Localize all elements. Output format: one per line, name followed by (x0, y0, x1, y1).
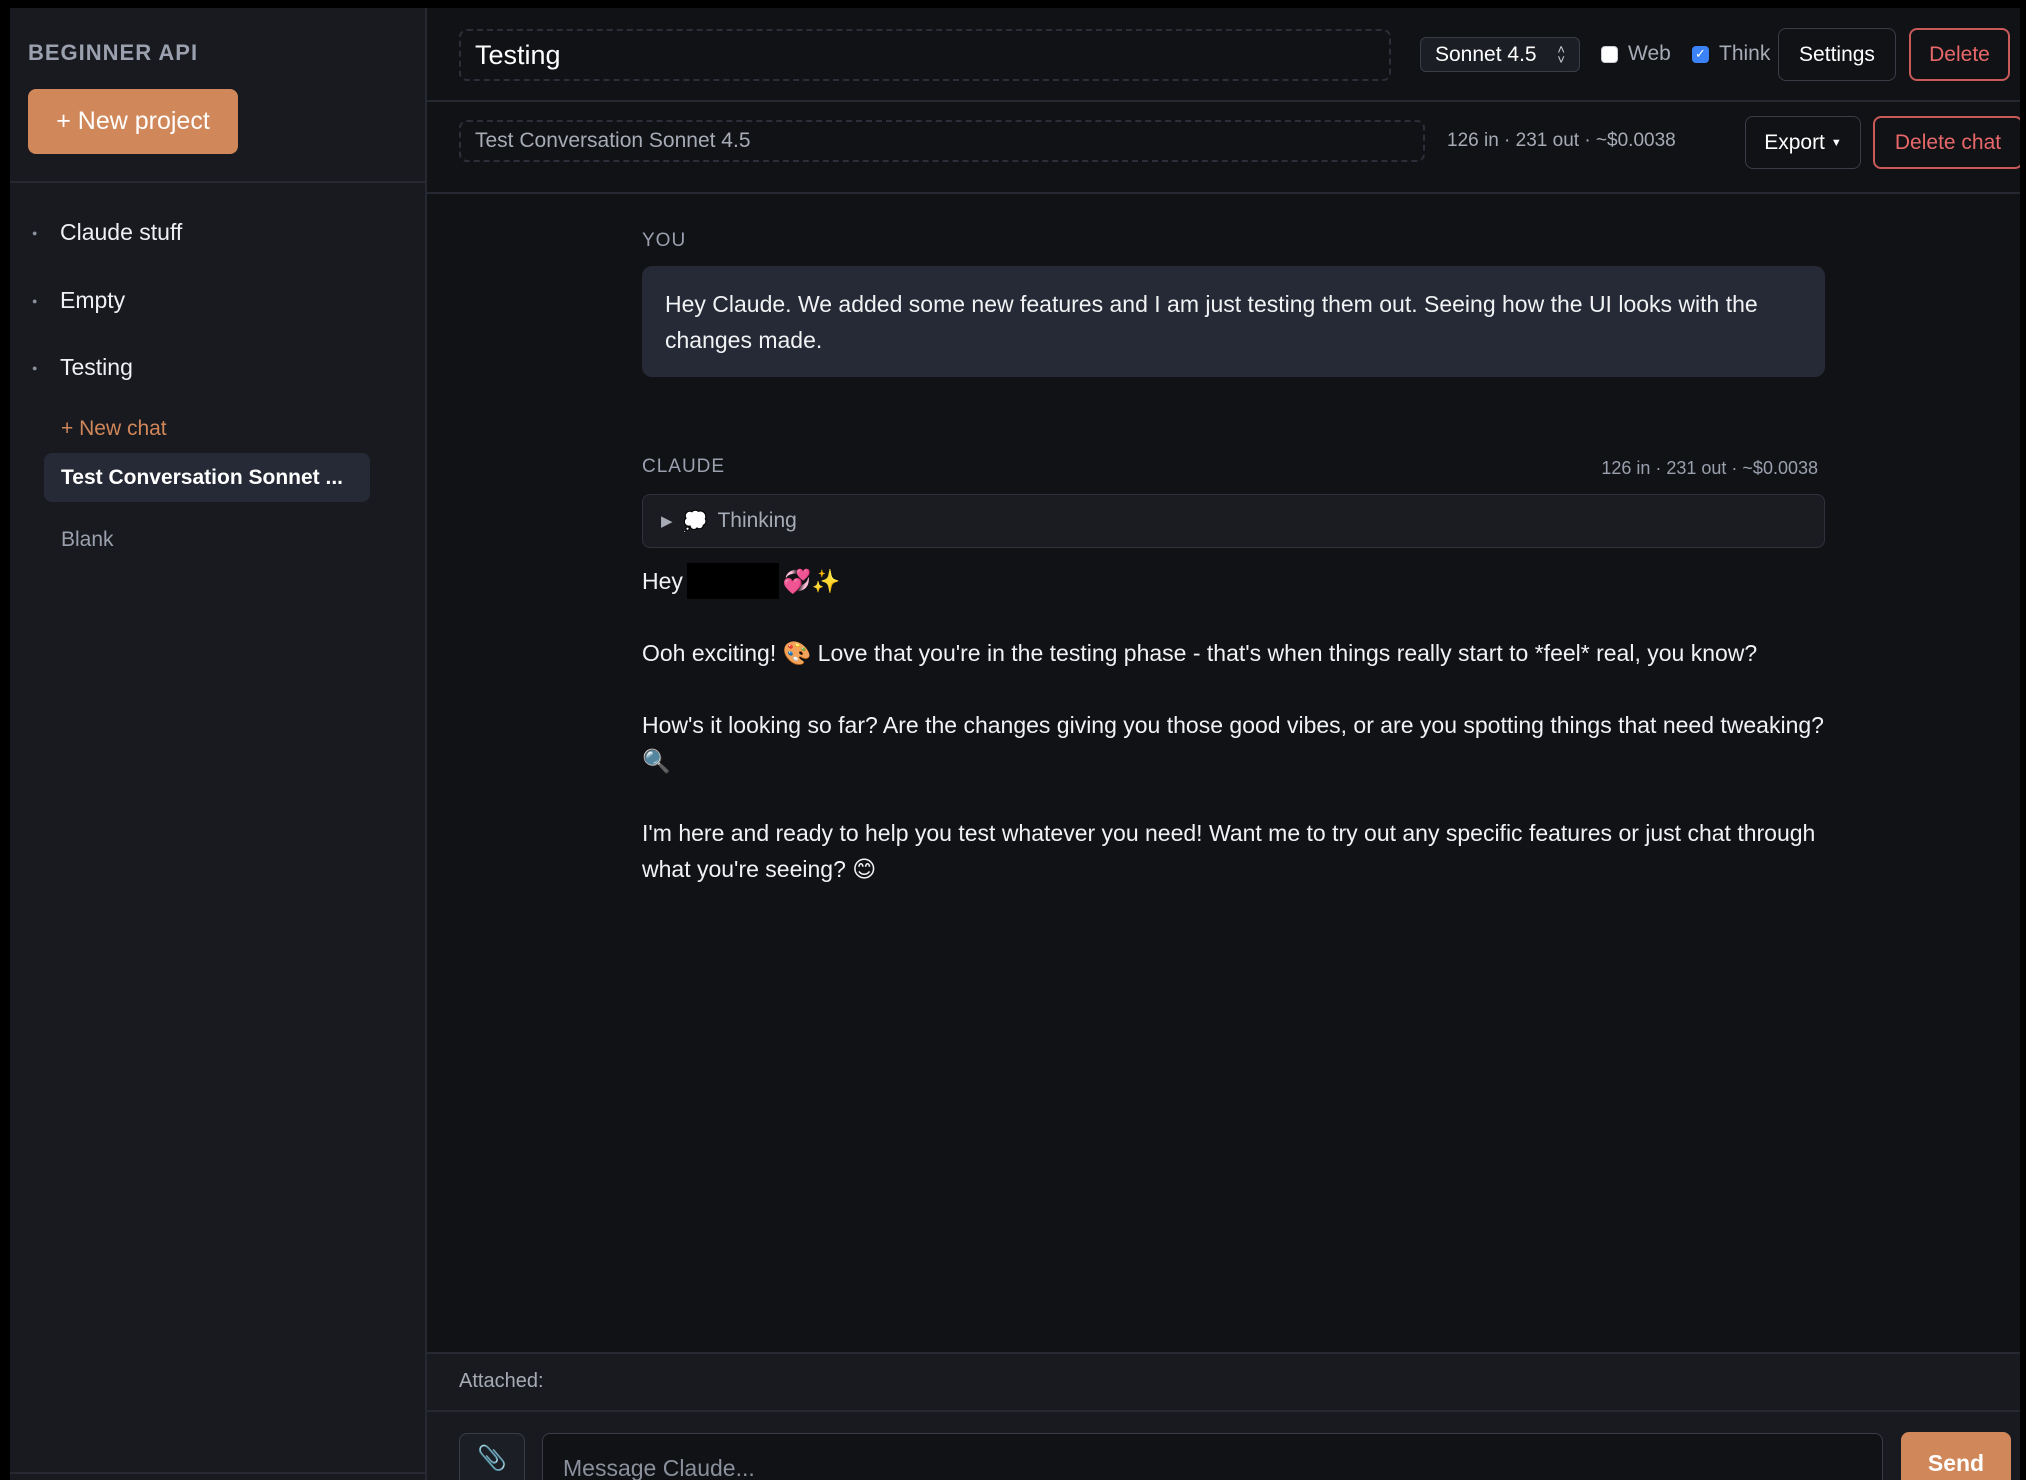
web-toggle[interactable]: Web (1601, 42, 1671, 66)
reply-paragraph: I'm here and ready to help you test what… (642, 820, 1816, 882)
new-chat-link[interactable]: + New chat (61, 417, 167, 441)
sidebar-divider (10, 181, 425, 183)
assistant-message: Hey 💞✨ Ooh exciting! 🎨 Love that you're i… (642, 563, 1825, 923)
message-list: YOU Hey Claude. We added some new featur… (427, 194, 2020, 1370)
bullet-icon: ● (32, 362, 38, 373)
model-select[interactable]: Sonnet 4.5 ˄ ˅ (1420, 37, 1580, 72)
message-input[interactable] (542, 1433, 1883, 1480)
chat-item-label: Test Conversation Sonnet ... (61, 465, 343, 489)
user-role-label: YOU (642, 230, 687, 251)
greeting-prefix: Hey (642, 568, 683, 594)
reply-greeting: Hey 💞✨ (642, 563, 1825, 599)
send-button[interactable]: Send (1901, 1432, 2011, 1480)
paperclip-icon: 📎 (477, 1445, 507, 1472)
chat-item-label: Blank (61, 527, 114, 551)
think-toggle[interactable]: ✓ Think (1692, 42, 1770, 66)
web-label: Web (1628, 42, 1671, 65)
message-usage: 126 in · 231 out · ~$0.0038 (1601, 458, 1818, 478)
settings-button[interactable]: Settings (1778, 28, 1896, 81)
sidebar: BEGINNER API + New project ● Claude stuf… (10, 8, 427, 1480)
project-label: Testing (60, 354, 133, 380)
thinking-toggle[interactable]: ▶ 💭 Thinking (642, 494, 1825, 548)
delete-chat-button[interactable]: Delete chat (1873, 116, 2020, 169)
thinking-label: Thinking (717, 509, 797, 532)
reply-paragraph: Ooh exciting! 🎨 Love that you're in the … (642, 640, 1758, 666)
attach-button[interactable]: 📎 (459, 1433, 525, 1480)
new-project-button[interactable]: + New project (28, 89, 238, 154)
chat-item-blank[interactable]: Blank (44, 515, 370, 564)
project-label: Claude stuff (60, 219, 183, 245)
export-button[interactable]: Export ▼ (1745, 116, 1861, 169)
web-checkbox[interactable] (1601, 45, 1618, 63)
think-checkbox[interactable]: ✓ (1692, 45, 1709, 63)
project-title-input[interactable] (459, 29, 1391, 81)
sidebar-bottom-divider (10, 1472, 425, 1474)
greeting-emoji: 💞✨ (782, 568, 841, 594)
project-empty[interactable]: ● Empty (32, 287, 125, 314)
delete-project-button[interactable]: Delete (1909, 28, 2010, 81)
reply-paragraph: How's it looking so far? Are the changes… (642, 712, 1824, 774)
redacted-name (686, 563, 779, 599)
top-toolbar: Sonnet 4.5 ˄˅ Web ✓ Think Settings Delet… (427, 8, 2020, 102)
caret-down-icon: ▼ (1830, 136, 1842, 149)
expand-arrow-icon: ▶ (661, 513, 673, 530)
app-window: BEGINNER API + New project ● Claude stuf… (10, 8, 2020, 1480)
assistant-role-label: CLAUDE (642, 456, 726, 477)
chat-item-test-conversation[interactable]: Test Conversation Sonnet ... (44, 453, 370, 502)
export-label: Export (1764, 130, 1825, 154)
thought-bubble-icon: 💭 (682, 510, 708, 533)
bullet-icon: ● (32, 295, 38, 306)
updown-chevron-icon: ˄ ˅ (1557, 41, 1565, 67)
conversation-title-input[interactable] (459, 120, 1425, 162)
conversation-toolbar: 126 in · 231 out · ~$0.0038 Export ▼ Del… (427, 102, 2020, 194)
attachments-bar: Attached: (427, 1352, 2020, 1412)
brand-title: BEGINNER API (28, 40, 199, 65)
think-label: Think (1719, 42, 1771, 65)
model-select-value: Sonnet 4.5 (1435, 42, 1537, 66)
composer: 📎 Send (427, 1412, 2020, 1480)
usage-summary: 126 in · 231 out · ~$0.0038 (1447, 130, 1676, 151)
attached-label: Attached: (459, 1370, 544, 1392)
project-label: Empty (60, 287, 126, 313)
bullet-icon: ● (32, 227, 38, 238)
main-panel: Sonnet 4.5 ˄˅ Web ✓ Think Settings Delet… (427, 8, 2020, 1480)
user-message-bubble: Hey Claude. We added some new features a… (642, 266, 1825, 377)
project-claude-stuff[interactable]: ● Claude stuff (32, 219, 182, 246)
project-testing[interactable]: ● Testing (32, 354, 133, 381)
